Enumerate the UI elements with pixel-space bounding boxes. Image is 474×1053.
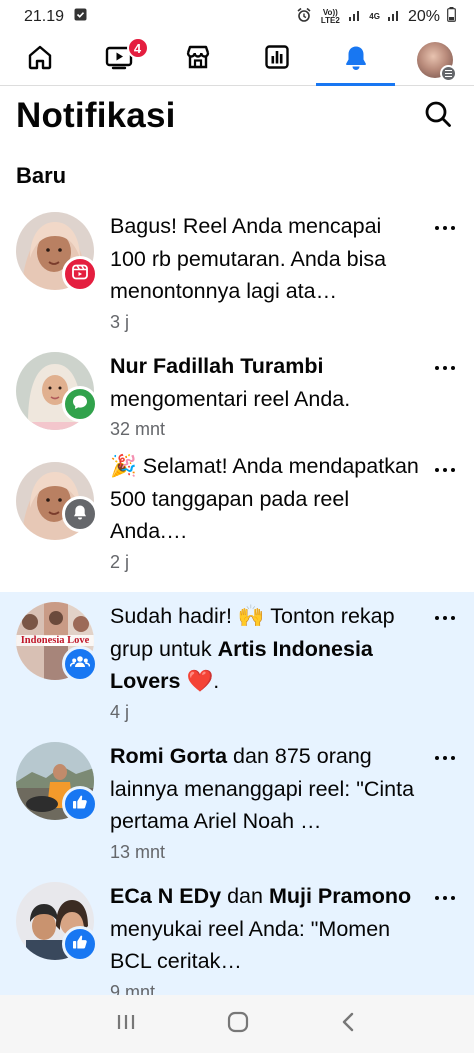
notification-content: Bagus! Reel Anda mencapai 100 rb pemutar… [110,210,422,336]
more-options-button[interactable] [432,358,458,378]
battery-percent: 20% [407,8,440,25]
notification-time: 9 mnt [110,981,156,996]
notification-content: Nur Fadillah Turambi mengomentari reel A… [110,350,422,443]
actor-name[interactable]: ECa N EDy [110,884,221,908]
notification-type-badge [62,496,98,532]
more-options-button[interactable] [432,748,458,768]
actor-name-2[interactable]: Muji Pramono [269,884,411,908]
punctuation: . [213,669,220,693]
comment-badge [62,386,98,422]
thumbs-up-icon [71,793,89,816]
signal-icon [348,8,362,27]
marketplace-icon [184,43,212,76]
notification-text: 🎉 Selamat! Anda mendapatkan 500 tanggapa… [110,450,422,548]
back-button[interactable] [339,1011,359,1038]
notification-item[interactable]: Bagus! Reel Anda mencapai 100 rb pemutar… [0,200,474,340]
network-type: 4G [369,12,380,21]
menu-icon [439,64,457,82]
reels-icon [71,263,89,286]
action-text: Selamat! Anda mendapatkan 500 tanggapan … [110,454,419,543]
system-navigation-bar [0,995,474,1053]
reels-badge [62,256,98,292]
notification-content: ECa N EDy dan Muji Pramono menyukai reel… [110,880,422,995]
notification-text: Romi Gorta dan 875 orang lainnya menangg… [110,740,422,838]
like-badge [62,786,98,822]
notification-text: Nur Fadillah Turambi mengomentari reel A… [110,350,422,415]
page-header: Notifikasi [16,92,458,140]
tab-video[interactable]: 4 [79,34,158,85]
notification-item[interactable]: Romi Gorta dan 875 orang lainnya menangg… [0,732,474,872]
actor-name[interactable]: Romi Gorta [110,744,227,768]
chart-icon [263,43,291,76]
thumbs-up-icon [71,933,89,956]
home-button[interactable] [226,1010,250,1039]
notification-time: 13 mnt [110,841,166,862]
more-options-button[interactable] [432,608,458,628]
status-time: 21.19 [24,8,65,25]
video-badge: 4 [126,37,149,59]
bell-icon [342,43,370,76]
party-emoji: 🎉 [110,454,137,478]
group-badge [62,646,98,682]
download-notification-icon [74,8,87,26]
notification-item[interactable]: Indonesia Love Sudah hadir! 🙌 Tonton rek… [0,592,474,732]
notification-time: 32 mnt [110,419,166,439]
recent-apps-button[interactable] [115,1012,137,1037]
notification-content: 🎉 Selamat! Anda mendapatkan 500 tanggapa… [110,450,422,576]
notification-item[interactable]: ECa N EDy dan Muji Pramono menyukai reel… [0,872,474,995]
status-bar: 21.19 Vo)) LTE2 4G 20% [0,0,474,34]
home-icon [26,43,54,76]
action-text: menyukai reel Anda: "Momen BCL ceritak… [110,916,391,974]
like-badge [62,926,98,962]
notification-time: 4 j [110,701,130,722]
battery-icon [447,7,456,27]
facebook-notifications-screen: 21.19 Vo)) LTE2 4G 20% 4 Notifikasi Baru… [0,0,474,1053]
volte-indicator: Vo)) LTE2 [320,8,340,25]
notification-text: ECa N EDy dan Muji Pramono menyukai reel… [110,880,422,978]
page-title: Notifikasi [16,96,176,135]
tab-home[interactable] [0,34,79,85]
heart-emoji: ❤️ [186,669,214,693]
tab-dashboard[interactable] [237,34,316,85]
notification-text: Bagus! Reel Anda mencapai 100 rb pemutar… [110,214,387,303]
tab-marketplace[interactable] [158,34,237,85]
connector-text: dan [221,884,269,908]
more-options-button[interactable] [432,218,458,238]
more-options-button[interactable] [432,888,458,908]
action-text: mengomentari reel Anda. [110,386,351,411]
avatar-caption: Indonesia Love [16,635,94,646]
notification-text: Sudah hadir! 🙌 Tonton rekap grup untuk A… [110,600,422,698]
bell-icon [71,503,89,526]
notification-time: 2 j [110,551,130,572]
tab-profile[interactable] [395,34,474,85]
profile-avatar [416,41,457,82]
notification-time: 3 j [110,311,130,332]
notification-item[interactable]: 🎉 Selamat! Anda mendapatkan 500 tanggapa… [0,450,474,592]
notification-content: Romi Gorta dan 875 orang lainnya menangg… [110,740,422,866]
notification-item[interactable]: Nur Fadillah Turambi mengomentari reel A… [0,340,474,450]
top-navigation: 4 [0,34,474,86]
actor-name[interactable]: Nur Fadillah Turambi [110,354,323,378]
more-options-button[interactable] [432,460,458,480]
section-heading: Baru [16,163,67,188]
comment-icon [71,393,89,416]
tab-notifications[interactable] [316,34,395,86]
group-icon [69,653,91,676]
alarm-icon [296,7,312,28]
notification-content: Sudah hadir! 🙌 Tonton rekap grup untuk A… [110,600,422,726]
signal-icon-2 [387,8,401,27]
search-icon [423,99,453,134]
notification-list: Bagus! Reel Anda mencapai 100 rb pemutar… [0,200,474,995]
search-button[interactable] [418,96,458,136]
